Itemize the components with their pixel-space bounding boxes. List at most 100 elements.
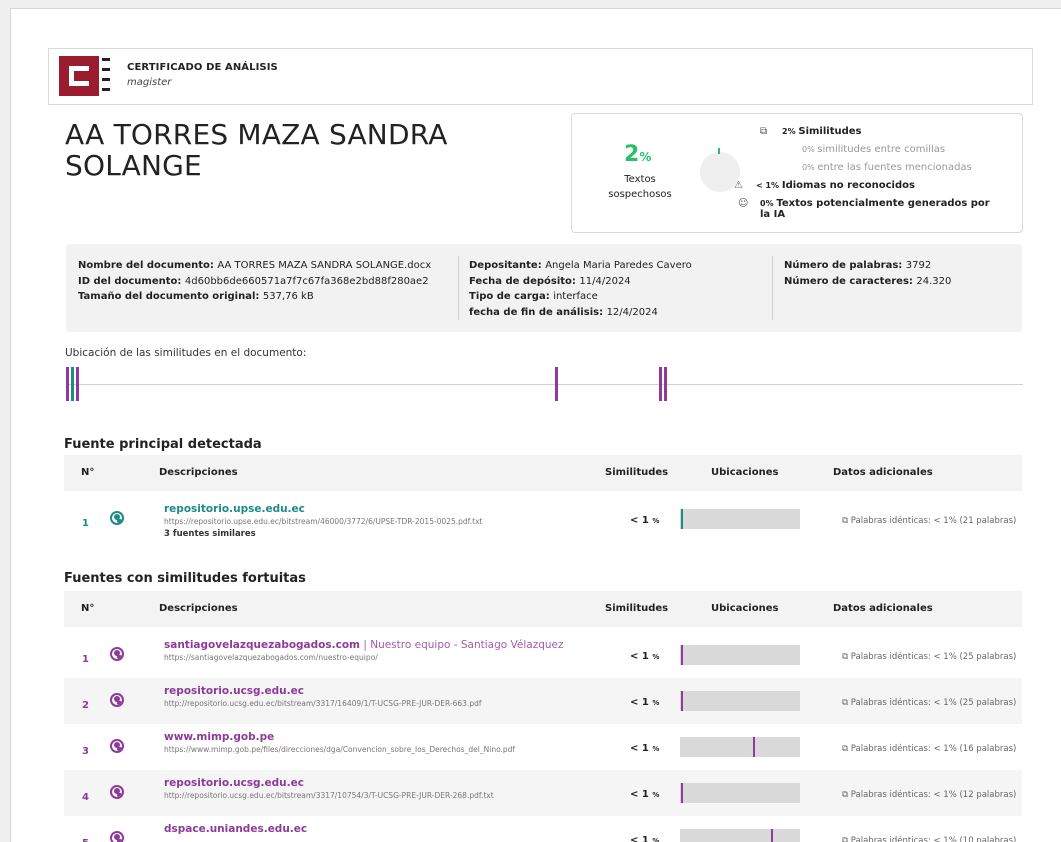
identical-words-info: ⧉ Palabras idénticas: < 1% (25 palabras): [842, 698, 1017, 708]
source-url[interactable]: http://repositorio.ucsg.edu.ec/bitstream…: [164, 791, 494, 800]
percent-sign: %: [652, 517, 660, 525]
copy-icon: ⧉: [760, 126, 768, 137]
info-line: Tamaño del documento original: 537,76 kB: [78, 289, 431, 305]
source-row: 2 repositorio.ucsg.edu.ec http://repositor…: [64, 678, 1022, 724]
source-url[interactable]: https://santiagovelazquezabogados.com/nu…: [164, 653, 378, 662]
similarity-location-track: [67, 384, 1023, 385]
info-value: AA TORRES MAZA SANDRA SOLANGE.docx: [217, 260, 432, 271]
stat-row: ⚠ < 1% Idiomas no reconocidos: [734, 180, 986, 191]
info-line: Fecha de depósito: 11/4/2024: [469, 274, 692, 290]
stat-value: < 1%: [756, 181, 782, 190]
percent-sign: %: [652, 745, 660, 753]
source-url[interactable]: http://repositorio.ucsg.edu.ec/bitstream…: [164, 699, 482, 708]
info-value: 12/4/2024: [606, 306, 658, 318]
language-warning-icon: ⚠: [734, 180, 743, 191]
globe-icon: [110, 511, 124, 525]
info-line: Número de caracteres: 24.320: [784, 274, 951, 290]
info-column-document: Nombre del documento: AA TORRES MAZA SAN…: [78, 258, 431, 305]
location-marker: [71, 367, 74, 401]
location-marker: [66, 367, 69, 401]
source-number: 5: [82, 838, 89, 842]
stat-value: 0%: [802, 145, 818, 154]
percent-sign: %: [652, 837, 660, 842]
source-domain-link[interactable]: santiagovelazquezabogados.com | Nuestro …: [164, 639, 564, 651]
source-row: 3 www.mimp.gob.pe https://www.mimp.gob.pe/…: [64, 724, 1022, 770]
percent-sign: %: [652, 653, 660, 661]
certificate-subtitle: magister: [127, 77, 172, 88]
info-column-counts: Número de palabras: 3792 Número de caract…: [784, 258, 951, 289]
source-domain-link[interactable]: dspace.uniandes.edu.ec: [164, 823, 307, 835]
stats-box: 2% Textos sospechosos ⧉ 2% Similitudes 0% …: [571, 113, 1023, 233]
location-bar-marker: [681, 645, 683, 665]
document-title: AA TORRES MAZA SANDRA SOLANGE: [65, 118, 448, 182]
certificate-header: CERTIFICADO DE ANÁLISIS magister: [48, 48, 1033, 105]
stat-value: 0%: [802, 163, 818, 172]
source-row: 1 repositorio.upse.edu.ec https://reposito…: [64, 496, 1022, 542]
info-line: Número de palabras: 3792: [784, 258, 951, 274]
fortuitous-table-header: N° Descripciones Similitudes Ubicaciones…: [64, 591, 1022, 627]
info-value: 24.320: [916, 275, 952, 287]
report-page: CERTIFICADO DE ANÁLISIS magister AA TORR…: [10, 8, 1061, 842]
stat-row: ⧉ 2% Similitudes: [760, 126, 1012, 137]
source-domain-link[interactable]: repositorio.ucsg.edu.ec: [164, 685, 304, 697]
location-bar: [680, 691, 800, 711]
info-key: fecha de fin de análisis:: [469, 306, 607, 318]
globe-icon: [110, 693, 124, 707]
stat-row: 0% similitudes entre comillas: [802, 144, 1032, 155]
source-url[interactable]: https://www.mimp.gob.pe/files/direccione…: [164, 745, 515, 754]
info-value: 3792: [905, 260, 932, 271]
info-key: Número de caracteres:: [784, 275, 917, 287]
similarity-value: < 1 %: [630, 651, 660, 662]
identical-words-info: ⧉ Palabras idénticas: < 1% (10 palabras): [842, 836, 1017, 842]
source-domain-link[interactable]: www.mimp.gob.pe: [164, 731, 274, 743]
source-url[interactable]: https://repositorio.upse.edu.ec/bitstrea…: [164, 517, 482, 526]
stat-label: Idiomas no reconocidos: [781, 180, 915, 191]
info-value: interface: [553, 291, 598, 302]
similarity-value: < 1 %: [630, 743, 660, 754]
location-bar: [680, 645, 800, 665]
main-source-title: Fuente principal detectada: [64, 437, 262, 452]
source-row: 5dspace.uniandes.edu.ec< 1 %⧉ Palabras i…: [64, 816, 1022, 842]
similar-sources-count[interactable]: 3 fuentes similares: [164, 529, 256, 539]
source-number: 1: [82, 518, 89, 529]
location-bar: [680, 829, 800, 842]
location-marker: [555, 367, 558, 401]
percent-sign: %: [652, 791, 660, 799]
stat-value: 0%: [760, 199, 777, 208]
info-line: Depositante: Angela Maria Paredes Cavero: [469, 258, 692, 274]
location-bar: [680, 783, 800, 803]
stat-label: Textos potencialmente generados por la I…: [760, 198, 990, 220]
location-bar-marker: [753, 737, 755, 757]
info-value: Angela Maria Paredes Cavero: [545, 260, 692, 271]
similarity-value: < 1 %: [630, 697, 660, 708]
identical-words-info: ⧉ Palabras idénticas: < 1% (21 palabras): [842, 516, 1017, 526]
globe-icon: [110, 647, 124, 661]
globe-icon: [110, 831, 124, 842]
info-line: fecha de fin de análisis: 12/4/2024: [469, 305, 692, 321]
location-bar-marker: [771, 829, 773, 842]
source-number: 1: [82, 654, 89, 665]
certificate-title: CERTIFICADO DE ANÁLISIS: [127, 62, 278, 73]
location-bar-marker: [681, 691, 683, 711]
globe-icon: [110, 739, 124, 753]
similarity-location-label: Ubicación de las similitudes en el docum…: [65, 347, 307, 359]
source-page-title: | Nuestro equipo - Santiago Vélazquez: [360, 639, 564, 651]
info-line: Nombre del documento: AA TORRES MAZA SAN…: [78, 258, 431, 274]
source-domain-link[interactable]: repositorio.ucsg.edu.ec: [164, 777, 304, 789]
info-key: Tipo de carga:: [469, 291, 554, 302]
globe-icon: [110, 785, 124, 799]
ai-icon: ☺: [738, 198, 749, 209]
info-column-deposit: Depositante: Angela Maria Paredes Cavero…: [469, 258, 692, 320]
percent-sign: %: [652, 699, 660, 707]
main-source-table-header: N° Descripciones Similitudes Ubicaciones…: [64, 455, 1022, 491]
info-value: 537,76 kB: [262, 291, 314, 302]
info-line: ID del documento: 4d60bb6de660571a7f7c67…: [78, 274, 431, 290]
source-domain-link[interactable]: repositorio.upse.edu.ec: [164, 503, 305, 515]
location-marker: [76, 367, 79, 401]
location-bar-marker: [681, 783, 683, 803]
info-value: 11/4/2024: [579, 275, 631, 287]
info-line: Tipo de carga: interface: [469, 289, 692, 305]
location-bar: [680, 509, 800, 529]
stat-label: entre las fuentes mencionadas: [817, 162, 972, 173]
source-number: 2: [82, 700, 89, 711]
